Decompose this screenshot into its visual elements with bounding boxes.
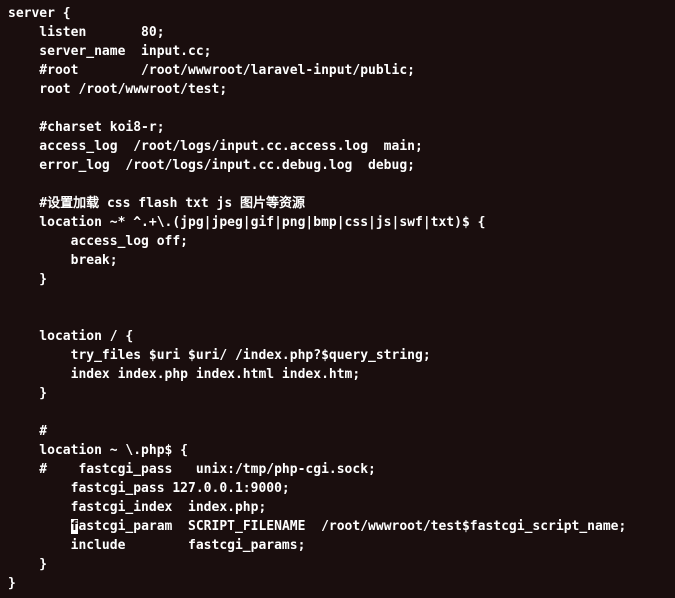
code-line: #root /root/wwwroot/laravel-input/public… <box>8 63 415 78</box>
code-line: server { <box>8 6 71 21</box>
code-line: listen 80; <box>8 25 165 40</box>
code-line: #charset koi8-r; <box>8 120 165 135</box>
code-line: error_log /root/logs/input.cc.debug.log … <box>8 158 415 173</box>
nginx-config-code: server { listen 80; server_name input.cc… <box>0 0 675 597</box>
code-line: location ~ \.php$ { <box>8 443 188 458</box>
code-text: astcgi_param SCRIPT_FILENAME /root/wwwro… <box>78 519 626 534</box>
code-line: location / { <box>8 329 133 344</box>
code-line: access_log /root/logs/input.cc.access.lo… <box>8 139 423 154</box>
code-line: fastcgi_index index.php; <box>8 500 266 515</box>
code-line: root /root/wwwroot/test; <box>8 82 227 97</box>
code-line: # <box>8 424 47 439</box>
code-line: # fastcgi_pass unix:/tmp/php-cgi.sock; <box>8 462 376 477</box>
code-line: server_name input.cc; <box>8 44 212 59</box>
code-line: #设置加载 css flash txt js 图片等资源 <box>8 196 305 211</box>
code-line: include fastcgi_params; <box>8 538 305 553</box>
code-line: } <box>8 576 16 591</box>
code-line: break; <box>8 253 118 268</box>
code-line: index index.php index.html index.htm; <box>8 367 360 382</box>
code-text <box>8 519 71 534</box>
code-line: location ~* ^.+\.(jpg|jpeg|gif|png|bmp|c… <box>8 215 485 230</box>
code-line: fastcgi_param SCRIPT_FILENAME /root/wwwr… <box>8 519 626 534</box>
code-line: } <box>8 272 47 287</box>
code-line: } <box>8 386 47 401</box>
code-line: try_files $uri $uri/ /index.php?$query_s… <box>8 348 431 363</box>
code-line: } <box>8 557 47 572</box>
code-line: access_log off; <box>8 234 188 249</box>
code-line: fastcgi_pass 127.0.0.1:9000; <box>8 481 290 496</box>
